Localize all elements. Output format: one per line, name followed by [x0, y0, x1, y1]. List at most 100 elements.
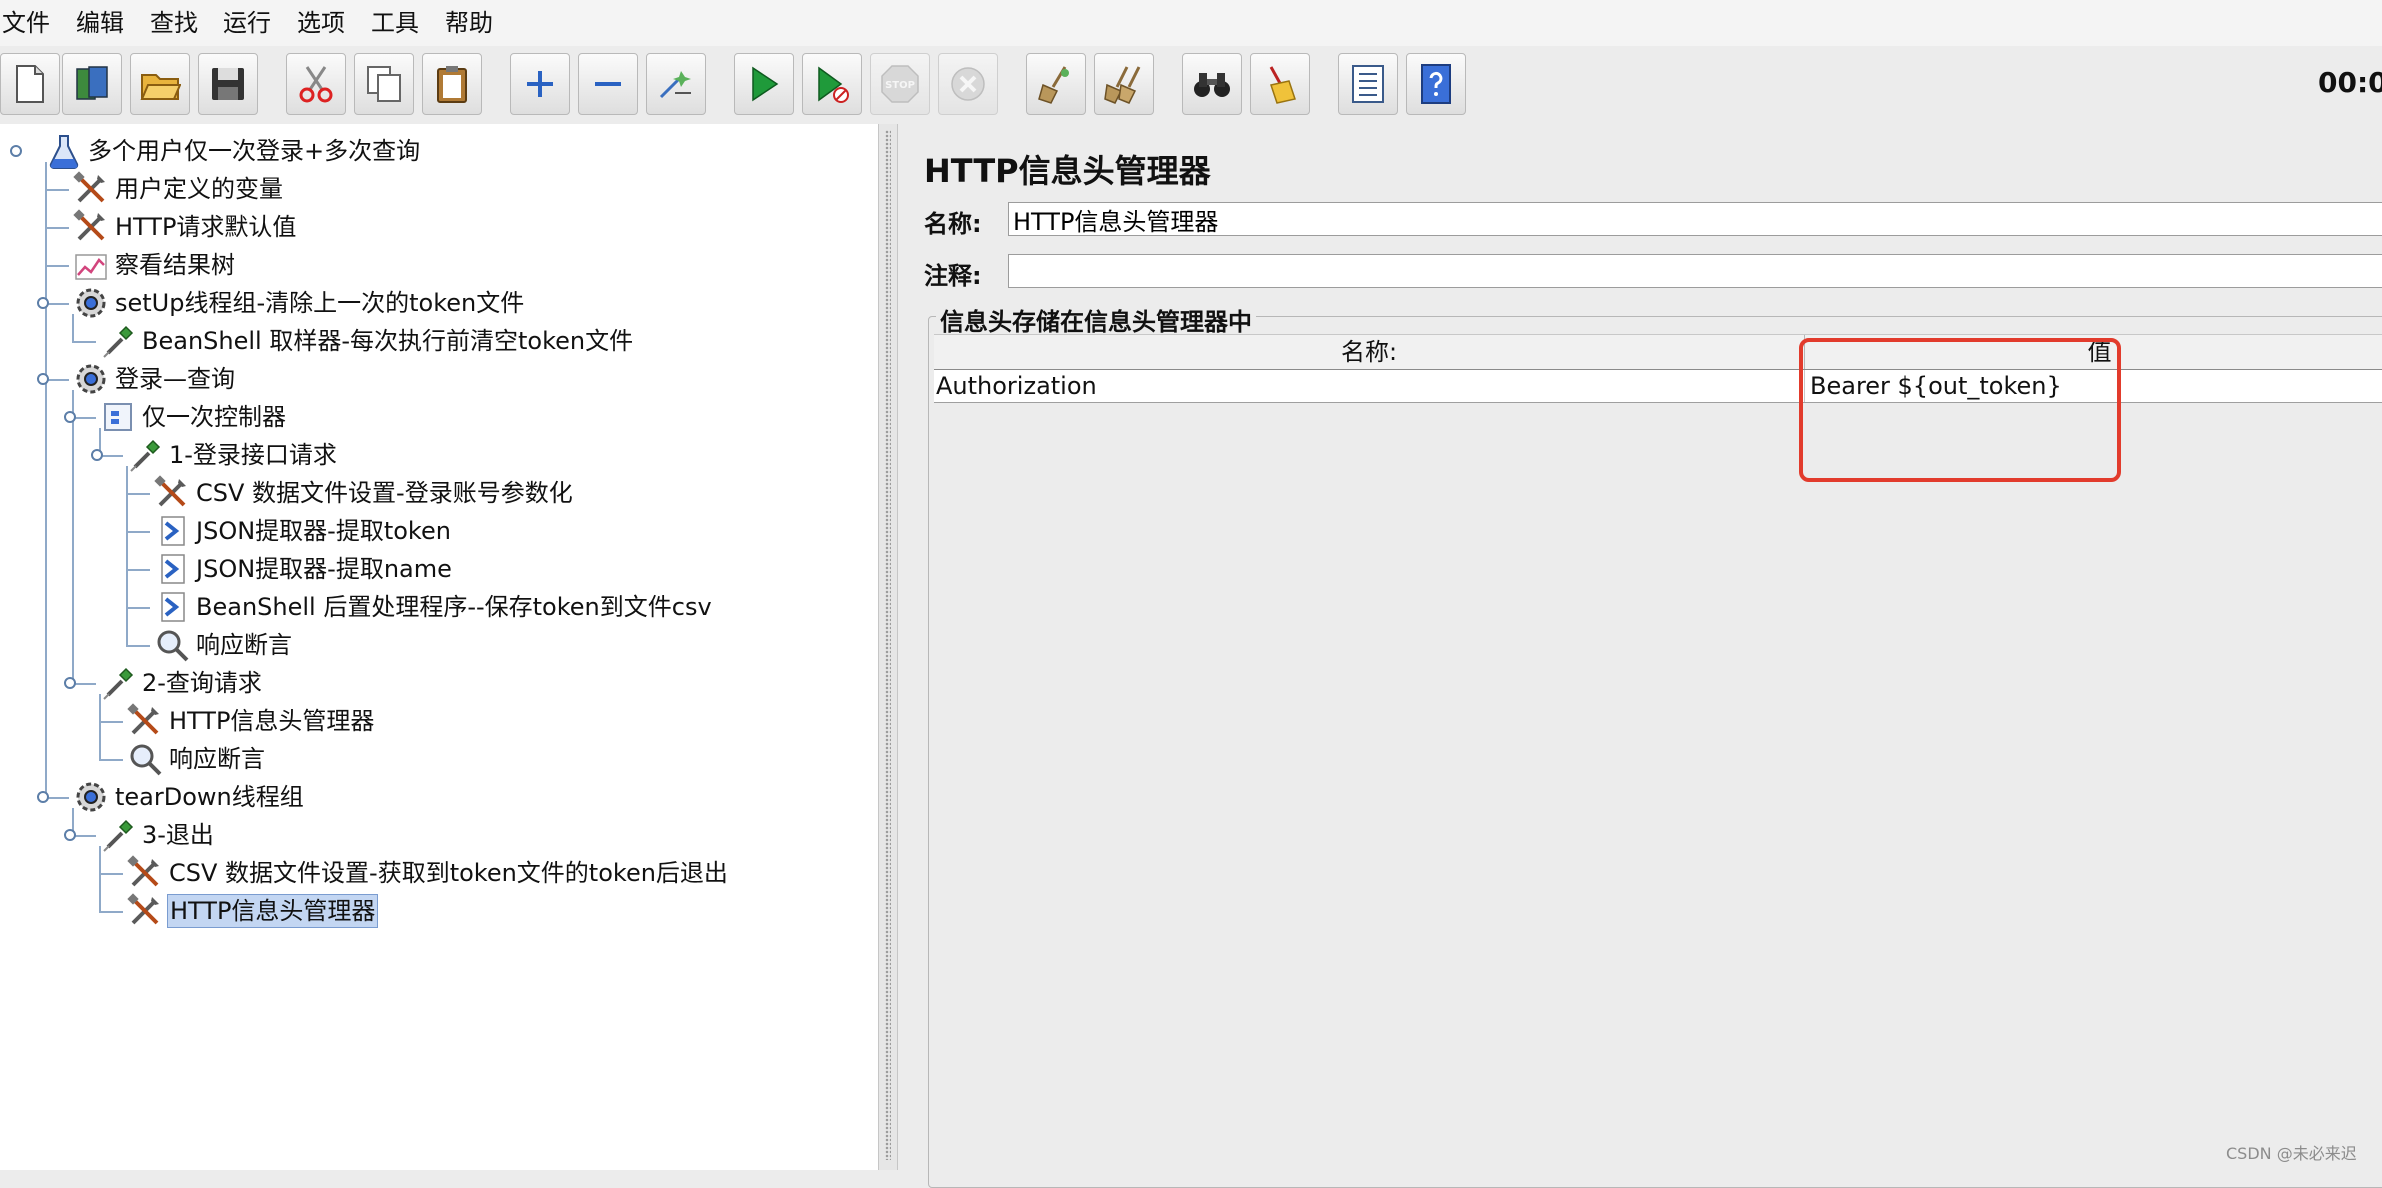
config-tools-icon	[127, 703, 159, 735]
copy-button[interactable]	[354, 53, 414, 115]
brooms-icon	[1104, 66, 1141, 104]
tree-connector	[99, 721, 123, 723]
name-label: 名称:	[924, 210, 982, 238]
tree-node-label: 2-查询请求	[142, 669, 262, 697]
tree-node-label: 响应断言	[169, 745, 265, 773]
plus-icon	[527, 71, 553, 97]
stop-icon-text: STOP	[885, 80, 915, 91]
clear-button[interactable]	[1026, 53, 1086, 115]
thread-group-gear-icon	[76, 288, 106, 318]
tree-expand-handle[interactable]	[10, 145, 22, 157]
menu-tools[interactable]: 工具	[371, 8, 419, 38]
search-button[interactable]	[1182, 53, 1242, 115]
tree-expand-handle[interactable]	[37, 791, 49, 803]
sampler-pipette-icon	[103, 325, 134, 358]
open-button[interactable]	[130, 53, 190, 115]
header-name-cell[interactable]: Authorization	[934, 370, 1097, 402]
headers-group-title: 信息头存储在信息头管理器中	[936, 302, 1256, 337]
collapse-all-button[interactable]	[578, 53, 638, 115]
scissors-icon	[299, 66, 333, 103]
post-processor-arrow-icon	[161, 516, 185, 546]
templates-icon	[76, 66, 108, 100]
templates-button[interactable]	[62, 53, 122, 115]
stop-button[interactable]: STOP	[870, 53, 930, 115]
tree-expand-handle[interactable]	[64, 829, 76, 841]
expand-all-button[interactable]	[510, 53, 570, 115]
menu-options[interactable]: 选项	[297, 8, 345, 38]
menu-run[interactable]: 运行	[223, 8, 271, 38]
new-file-icon	[16, 65, 44, 103]
tree-node-label: HTTP信息头管理器	[169, 707, 375, 735]
play-no-timer-icon	[818, 66, 849, 103]
tree-node-label: BeanShell 取样器-每次执行前清空token文件	[142, 327, 634, 355]
clear-all-button[interactable]	[1094, 53, 1154, 115]
tree-guide-line	[99, 846, 101, 912]
tree-guide-line	[45, 162, 47, 798]
reset-search-button[interactable]	[1250, 53, 1310, 115]
menu-help[interactable]: 帮助	[445, 8, 493, 38]
tree-node-label: 多个用户仅一次登录+多次查询	[88, 137, 421, 165]
shutdown-button[interactable]	[938, 53, 998, 115]
table-header: 名称: 值	[934, 334, 2382, 371]
assertion-magnifier-icon	[130, 744, 162, 776]
new-button[interactable]	[0, 53, 60, 115]
tree-expand-handle[interactable]	[37, 373, 49, 385]
tree-connector	[45, 265, 69, 267]
tree-node-label: 察看结果树	[115, 251, 235, 279]
paste-button[interactable]	[422, 53, 482, 115]
comment-field[interactable]	[1008, 254, 2382, 288]
tree-connector	[99, 873, 123, 875]
play-icon	[752, 66, 779, 102]
watermark: CSDN @未必来迟	[2226, 1144, 2357, 1163]
copy-icon	[367, 66, 401, 102]
splitter-grip	[885, 130, 891, 1160]
help-book-icon	[1421, 64, 1451, 104]
table-row[interactable]: Authorization Bearer ${out_token}	[934, 370, 2382, 403]
config-tools-icon	[73, 171, 105, 203]
stop-icon: STOP	[881, 65, 919, 103]
sampler-pipette-icon	[103, 819, 134, 852]
config-tools-icon	[127, 855, 159, 887]
function-helper-button[interactable]	[1338, 53, 1398, 115]
tree-node-label: 1-登录接口请求	[169, 441, 337, 469]
split-pane-divider[interactable]	[878, 124, 898, 1170]
toggle-button[interactable]	[646, 53, 706, 115]
column-header-name[interactable]: 名称:	[934, 335, 1804, 369]
menu-bar: 文件 编辑 查找 运行 选项 工具 帮助	[0, 0, 2382, 47]
test-plan-tree[interactable]: 多个用户仅一次登录+多次查询 用户定义的变量 HTTP请求默认值 察看结果树 setUp…	[0, 124, 878, 1170]
menu-file[interactable]: 文件	[2, 8, 50, 38]
list-icon	[1352, 65, 1384, 103]
tree-node-label: 登录—查询	[115, 365, 235, 393]
menu-search[interactable]: 查找	[150, 8, 198, 38]
config-tools-icon	[127, 893, 159, 925]
elapsed-timer: 00:00	[2318, 66, 2382, 99]
tree-expand-handle[interactable]	[64, 677, 76, 689]
tree-connector	[126, 645, 150, 647]
post-processor-arrow-icon	[161, 592, 185, 622]
cut-button[interactable]	[286, 53, 346, 115]
paste-clipboard-icon	[437, 66, 467, 103]
tree-expand-handle[interactable]	[37, 297, 49, 309]
open-folder-icon	[140, 74, 181, 100]
element-editor-panel: HTTP信息头管理器 名称: 注释: 信息头存储在信息头管理器中 名称: 值 A…	[898, 124, 2382, 1188]
thread-group-gear-icon	[76, 364, 106, 394]
tree-connector	[45, 189, 69, 191]
menu-edit[interactable]: 编辑	[76, 8, 124, 38]
tree-node-label: JSON提取器-提取token	[196, 517, 451, 545]
tree-node-label: CSV 数据文件设置-获取到token文件的token后退出	[169, 859, 728, 887]
name-field[interactable]	[1008, 202, 2382, 236]
tree-node-label: 3-退出	[142, 821, 214, 849]
tree-connector	[126, 607, 150, 609]
post-processor-arrow-icon	[161, 554, 185, 584]
tree-node-label: HTTP请求默认值	[115, 213, 297, 241]
tree-node-label: HTTP信息头管理器	[167, 894, 379, 928]
tree-expand-handle[interactable]	[64, 411, 76, 423]
save-button[interactable]	[198, 53, 258, 115]
panel-title: HTTP信息头管理器	[924, 152, 1211, 190]
start-button[interactable]	[734, 53, 794, 115]
tree-connector	[126, 531, 150, 533]
help-button[interactable]	[1406, 53, 1466, 115]
start-no-pauses-button[interactable]	[802, 53, 862, 115]
toggle-wand-icon	[659, 71, 691, 99]
tree-expand-handle[interactable]	[91, 449, 103, 461]
